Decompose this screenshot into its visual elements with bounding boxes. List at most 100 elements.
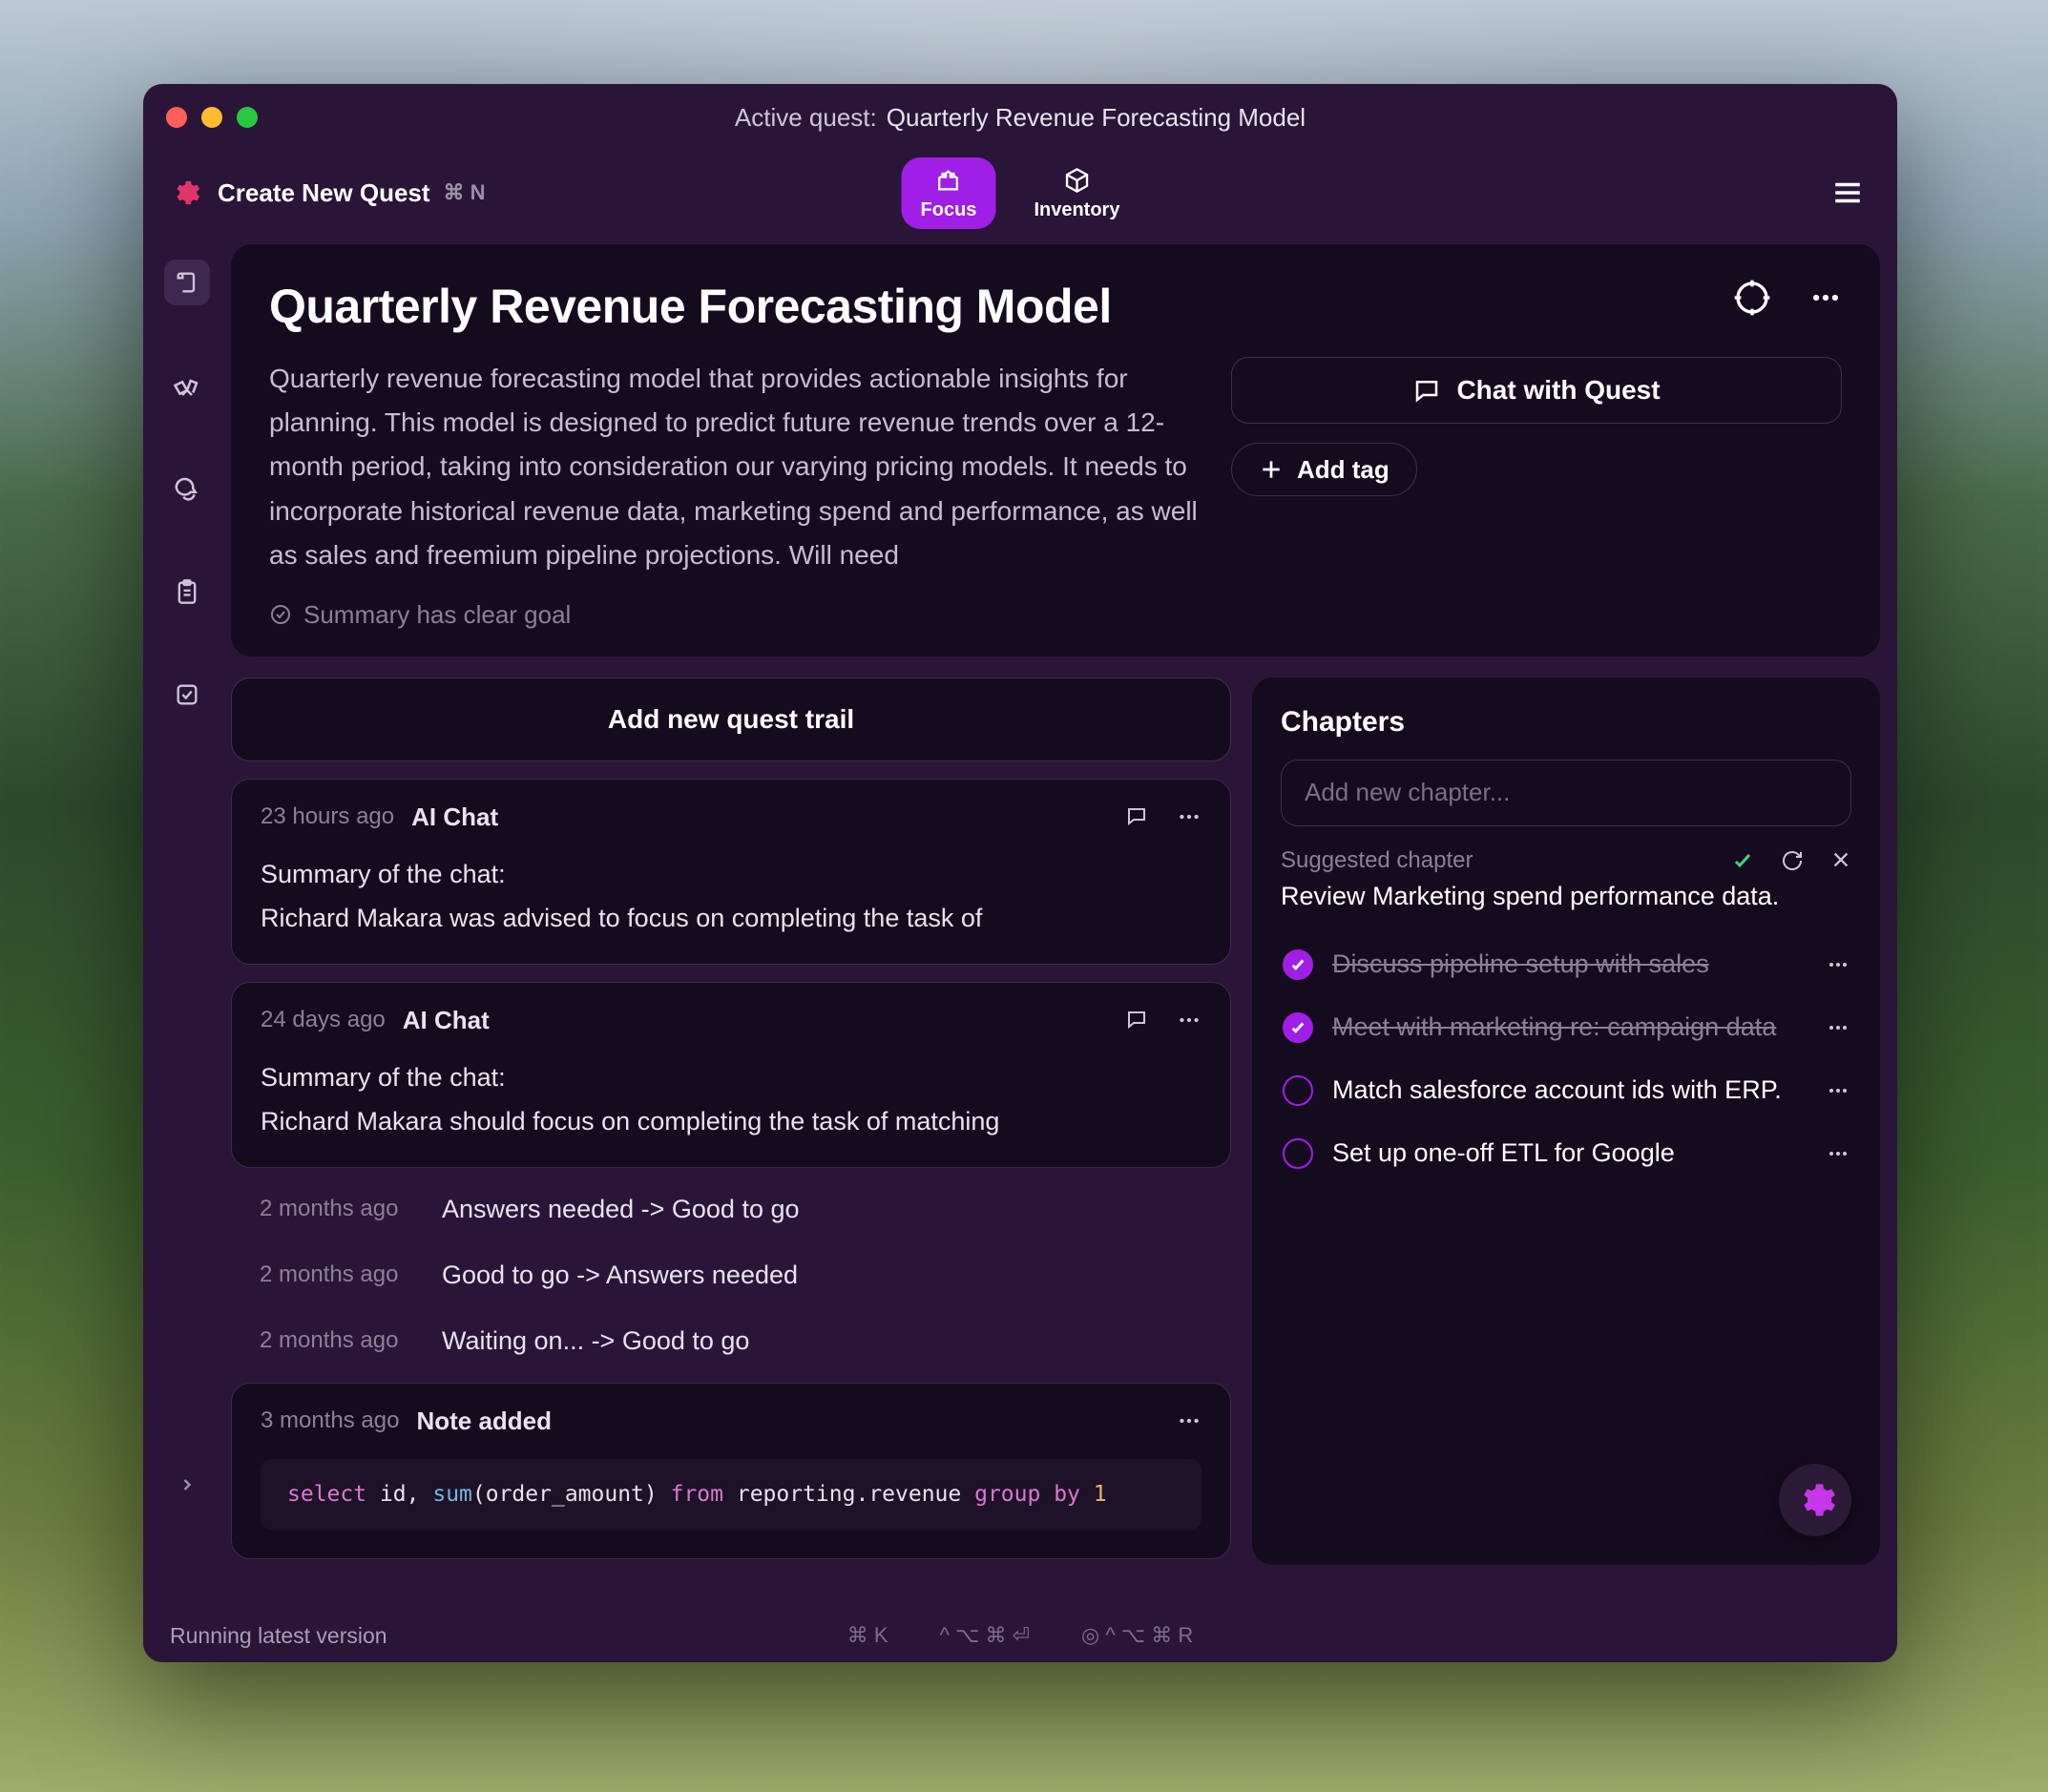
status-time: 2 months ago — [260, 1261, 427, 1288]
assistant-fab[interactable] — [1779, 1464, 1851, 1536]
status-text: Waiting on... -> Good to go — [442, 1326, 749, 1356]
chapter-list: Discuss pipeline setup with sales Meet w… — [1281, 940, 1851, 1178]
summary-status-text: Summary has clear goal — [303, 600, 571, 630]
chapter-checkbox[interactable] — [1283, 1075, 1313, 1106]
suggested-text: Review Marketing spend performance data. — [1281, 882, 1851, 911]
trail-type: AI Chat — [411, 802, 498, 832]
add-tag-label: Add tag — [1297, 455, 1390, 485]
app-window: Active quest: Quarterly Revenue Forecast… — [143, 84, 1897, 1662]
status-change-row: 2 months ago Waiting on... -> Good to go — [231, 1317, 1231, 1365]
trail-item[interactable]: 23 hours ago AI Chat Summary of the chat… — [231, 779, 1231, 965]
suggested-chapter: Suggested chapter Review Marketing spend… — [1281, 847, 1851, 911]
more-icon[interactable] — [1177, 1008, 1202, 1032]
chat-icon — [1412, 376, 1441, 405]
comment-icon[interactable] — [1125, 1008, 1148, 1032]
chapter-checkbox[interactable] — [1283, 1012, 1313, 1043]
sql-code-block: select id, sum(order_amount) from report… — [261, 1459, 1202, 1530]
more-icon[interactable] — [1827, 953, 1849, 976]
version-text: Running latest version — [170, 1623, 387, 1649]
view-tabs: Focus Inventory — [902, 157, 1139, 229]
trail-type: AI Chat — [403, 1006, 490, 1035]
more-icon[interactable] — [1827, 1016, 1849, 1039]
status-change-row: 2 months ago Answers needed -> Good to g… — [231, 1185, 1231, 1234]
note-time: 3 months ago — [261, 1407, 399, 1434]
chapters-title: Chapters — [1281, 706, 1851, 739]
rail-scroll-icon[interactable] — [164, 260, 210, 305]
minimize-window-button[interactable] — [201, 107, 222, 128]
tab-inventory[interactable]: Inventory — [1014, 157, 1139, 229]
trail-item[interactable]: 24 days ago AI Chat Summary of the chat:… — [231, 982, 1231, 1168]
dismiss-suggestion-icon[interactable] — [1830, 849, 1851, 872]
close-window-button[interactable] — [166, 107, 187, 128]
note-card[interactable]: 3 months ago Note added select id, sum(o… — [231, 1383, 1231, 1559]
trail-time: 24 days ago — [261, 1007, 386, 1033]
tab-inventory-label: Inventory — [1034, 199, 1119, 221]
status-text: Answers needed -> Good to go — [442, 1195, 800, 1224]
chapter-item[interactable]: Discuss pipeline setup with sales — [1281, 940, 1851, 990]
titlebar: Active quest: Quarterly Revenue Forecast… — [143, 84, 1897, 151]
status-time: 2 months ago — [260, 1327, 427, 1354]
add-trail-button[interactable]: Add new quest trail — [231, 677, 1231, 761]
rail-telescope-icon[interactable] — [164, 363, 210, 408]
statusbar: Running latest version ⌘ K ^ ⌥ ⌘ ⏎ ◎ ^ ⌥… — [143, 1609, 1897, 1662]
tab-focus-label: Focus — [921, 199, 977, 221]
chapter-item[interactable]: Match salesforce account ids with ERP. — [1281, 1066, 1851, 1115]
more-icon[interactable] — [1827, 1079, 1849, 1102]
app-body: Quarterly Revenue Forecasting Model Quar… — [143, 235, 1897, 1609]
comment-icon[interactable] — [1125, 804, 1148, 829]
add-chapter-input[interactable] — [1281, 760, 1851, 826]
chapter-checkbox[interactable] — [1283, 949, 1313, 980]
suggested-label: Suggested chapter — [1281, 847, 1714, 874]
refresh-suggestion-icon[interactable] — [1781, 849, 1804, 872]
keyboard-hints: ⌘ K ^ ⌥ ⌘ ⏎ ◎ ^ ⌥ ⌘ R — [847, 1623, 1193, 1648]
more-icon[interactable] — [1827, 1142, 1849, 1165]
window-controls — [166, 107, 258, 128]
maximize-window-button[interactable] — [237, 107, 258, 128]
rail-clipboard-icon[interactable] — [164, 569, 210, 615]
chapter-checkbox[interactable] — [1283, 1138, 1313, 1169]
trail-line: Summary of the chat: — [261, 1056, 1202, 1100]
status-time: 2 months ago — [260, 1196, 427, 1222]
create-quest-shortcut: ⌘ N — [444, 180, 486, 205]
trail-line: Richard Makara should focus on completin… — [261, 1100, 1202, 1144]
chapter-item[interactable]: Meet with marketing re: campaign data — [1281, 1003, 1851, 1052]
rail-chat-icon[interactable] — [164, 466, 210, 511]
more-icon[interactable] — [1177, 804, 1202, 829]
active-quest-label: Active quest: — [735, 103, 877, 133]
chat-button-label: Chat with Quest — [1456, 375, 1660, 406]
target-icon[interactable] — [1733, 279, 1771, 317]
trail-time: 23 hours ago — [261, 803, 394, 830]
trail-line: Richard Makara was advised to focus on c… — [261, 897, 1202, 941]
hint: ^ ⌥ ⌘ ⏎ — [940, 1623, 1030, 1648]
plus-icon — [1259, 457, 1284, 482]
main-column: Quarterly Revenue Forecasting Model Quar… — [231, 235, 1897, 1609]
active-quest-title: Active quest: Quarterly Revenue Forecast… — [735, 103, 1306, 133]
chapter-text: Meet with marketing re: campaign data — [1332, 1012, 1808, 1042]
chapters-panel: Chapters Suggested chapter — [1252, 677, 1880, 1565]
accept-suggestion-icon[interactable] — [1731, 849, 1754, 872]
menu-button[interactable] — [1825, 170, 1870, 216]
active-quest-name: Quarterly Revenue Forecasting Model — [887, 103, 1306, 133]
add-tag-button[interactable]: Add tag — [1231, 443, 1417, 496]
more-icon[interactable] — [1177, 1408, 1202, 1433]
check-circle-icon — [269, 603, 292, 626]
chapter-text: Set up one-off ETL for Google — [1332, 1138, 1808, 1168]
toolbar: Create New Quest ⌘ N Focus Inventory — [143, 151, 1897, 235]
hint: ⌘ K — [847, 1623, 888, 1648]
summary-status: Summary has clear goal — [269, 600, 1842, 630]
chat-with-quest-button[interactable]: Chat with Quest — [1231, 357, 1842, 424]
status-text: Good to go -> Answers needed — [442, 1261, 798, 1290]
quest-card: Quarterly Revenue Forecasting Model Quar… — [231, 244, 1880, 656]
chapter-text: Discuss pipeline setup with sales — [1332, 949, 1808, 979]
hint: ◎ ^ ⌥ ⌘ R — [1081, 1623, 1193, 1648]
create-quest-button[interactable]: Create New Quest ⌘ N — [218, 178, 486, 208]
more-icon[interactable] — [1809, 281, 1842, 314]
rail-checkbox-icon[interactable] — [164, 672, 210, 718]
trail-line: Summary of the chat: — [261, 853, 1202, 897]
app-logo-icon — [170, 177, 200, 208]
tab-focus[interactable]: Focus — [902, 157, 996, 229]
chapter-text: Match salesforce account ids with ERP. — [1332, 1075, 1808, 1105]
rail-expand-button[interactable] — [178, 1475, 197, 1494]
chapter-item[interactable]: Set up one-off ETL for Google — [1281, 1129, 1851, 1178]
add-trail-label: Add new quest trail — [608, 704, 854, 735]
